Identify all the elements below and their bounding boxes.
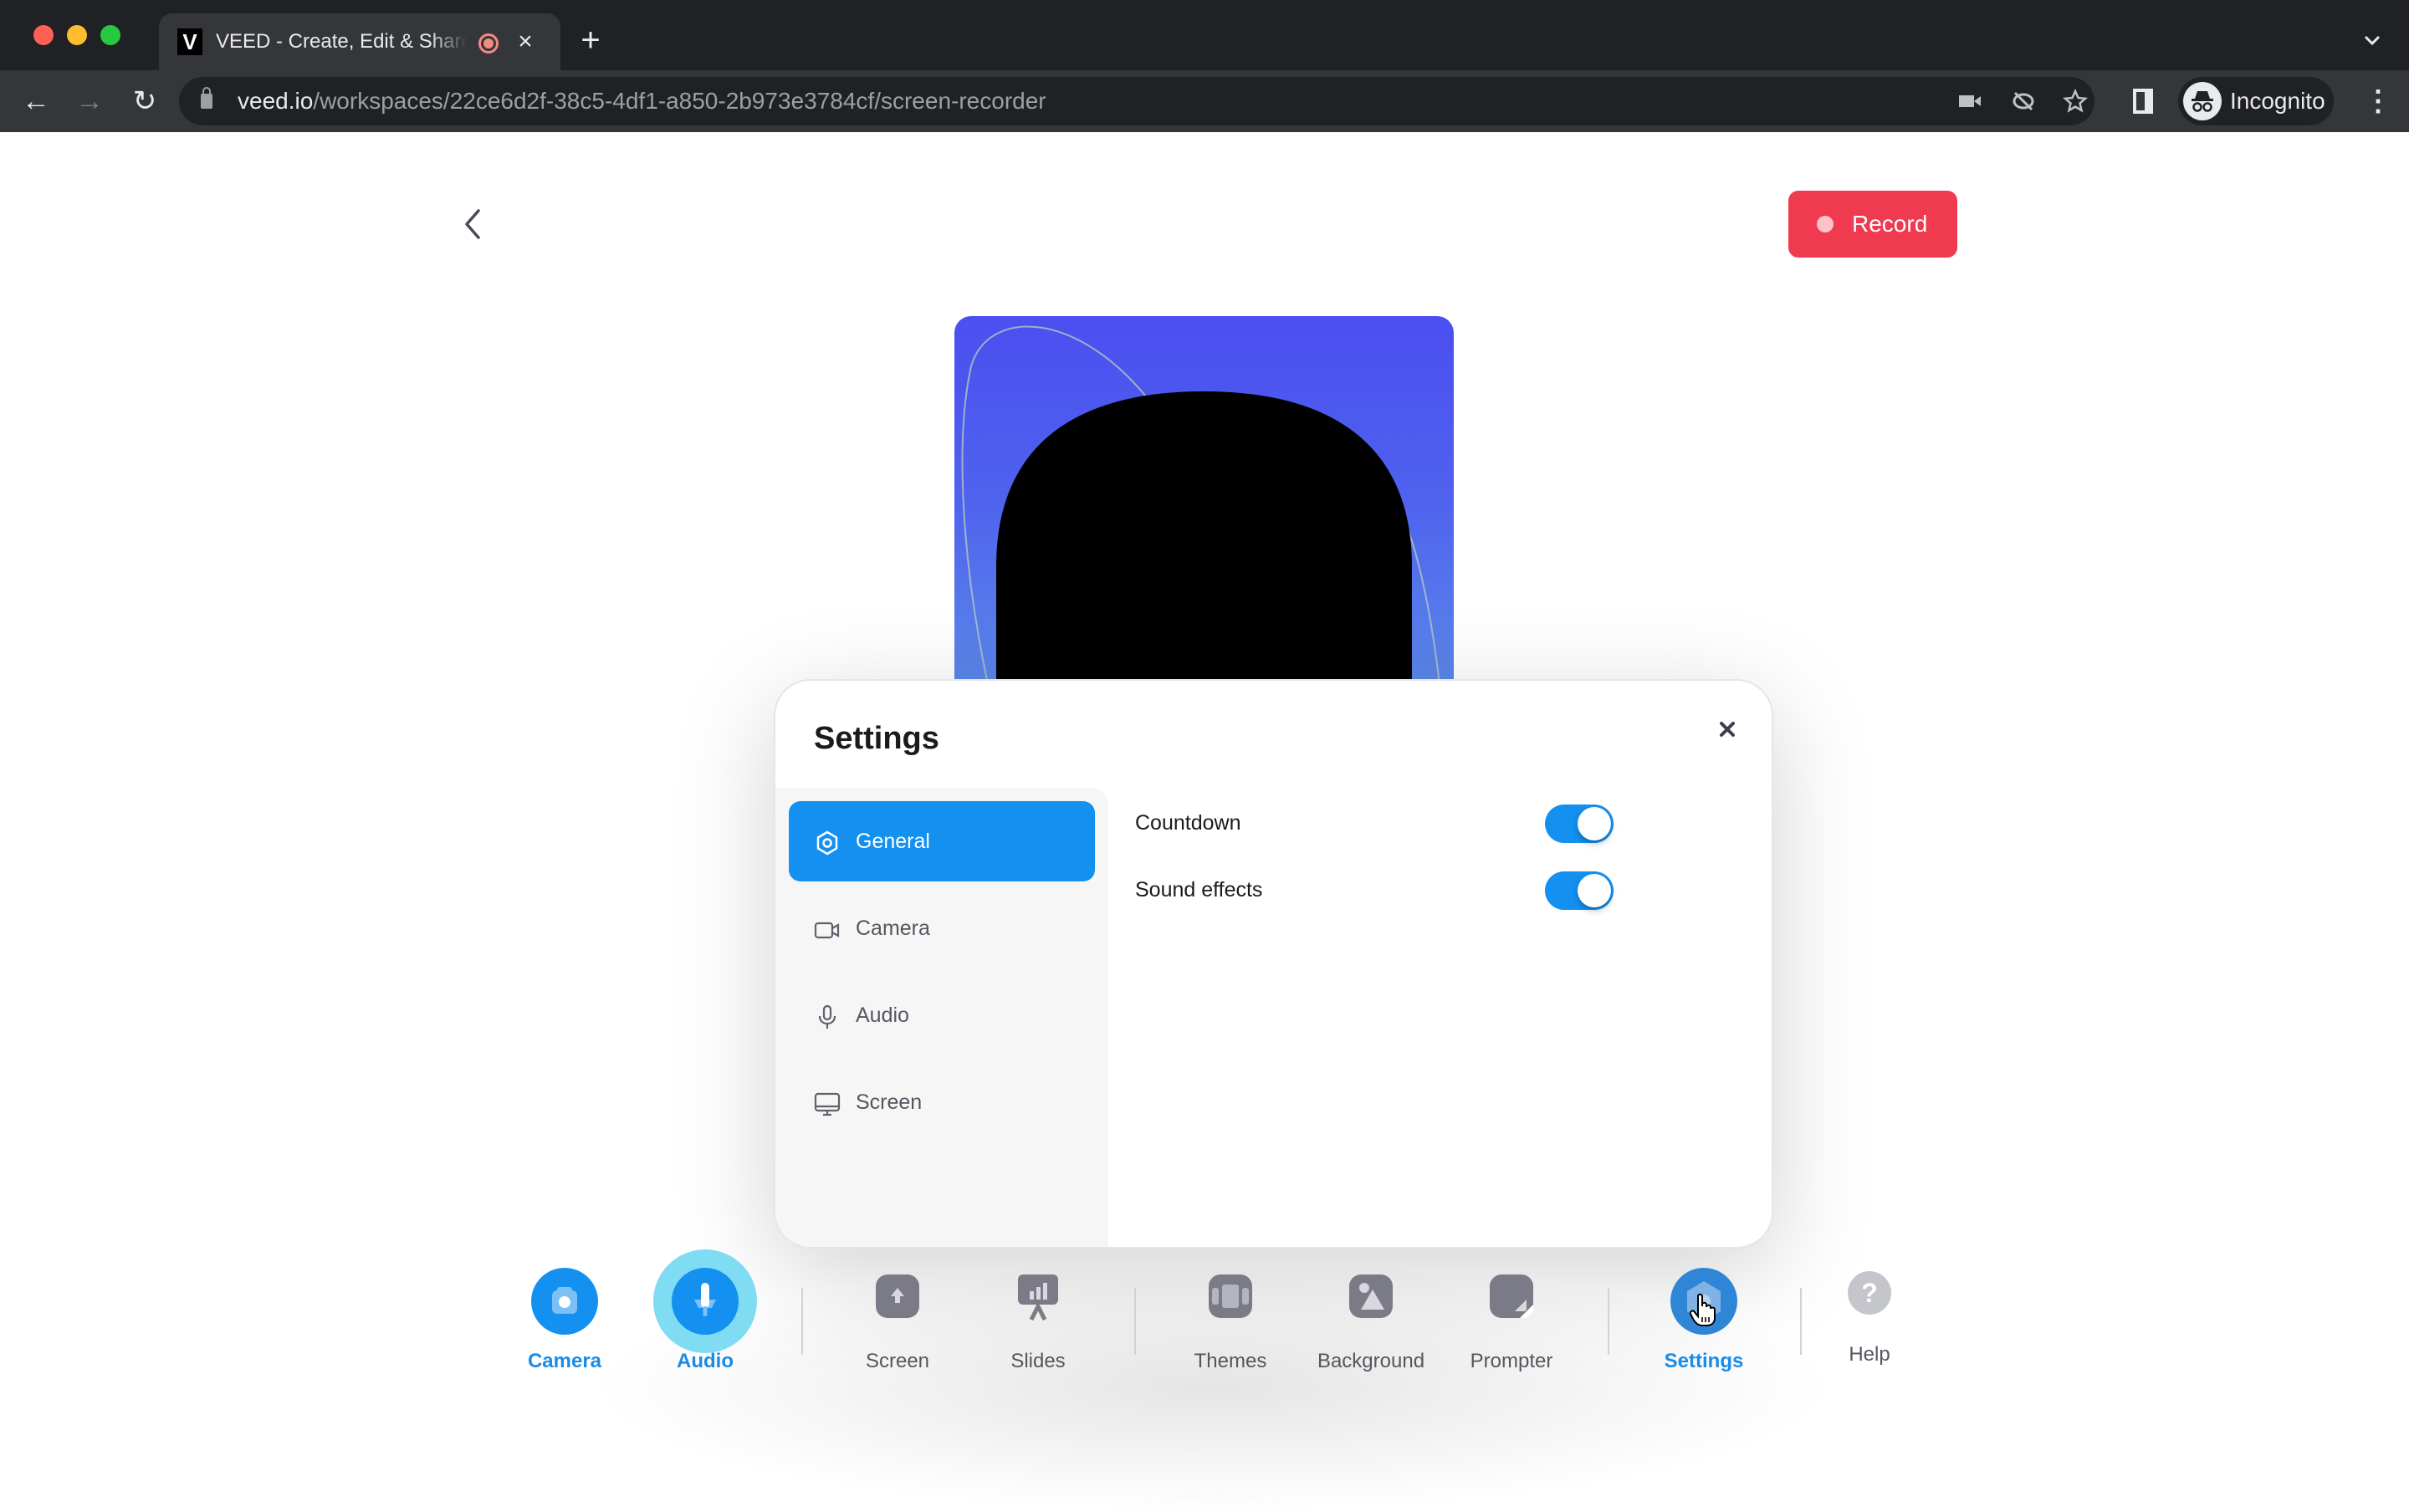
chevron-down-icon bbox=[2364, 35, 2381, 46]
monitor-icon bbox=[814, 1092, 841, 1116]
browser-tab[interactable]: V VEED - Create, Edit & Share Videos × bbox=[159, 13, 560, 70]
browser-menu-button[interactable]: ⋮ bbox=[2364, 82, 2392, 120]
dock-themes-button[interactable]: Themes bbox=[1168, 1251, 1293, 1385]
veed-favicon-icon: V bbox=[177, 28, 202, 55]
note-icon bbox=[1490, 1274, 1533, 1318]
setting-label: Sound effects bbox=[1135, 878, 1263, 902]
microphone-icon bbox=[818, 1004, 836, 1029]
dock-divider bbox=[1608, 1288, 1609, 1355]
dock-label: Themes bbox=[1194, 1350, 1267, 1372]
image-icon bbox=[1349, 1274, 1393, 1318]
record-label: Record bbox=[1852, 211, 1928, 237]
profile-button[interactable]: Incognito bbox=[2178, 77, 2334, 125]
dock-background-button[interactable]: Background bbox=[1308, 1251, 1434, 1385]
close-modal-button[interactable] bbox=[1712, 714, 1742, 744]
dock-settings-button[interactable]: Settings bbox=[1641, 1251, 1767, 1385]
sidebar-item-label: Camera bbox=[856, 917, 930, 940]
dock-divider bbox=[801, 1288, 803, 1355]
themes-icon bbox=[1209, 1274, 1252, 1318]
url-path: /workspaces/22ce6d2f-38c5-4df1-a850-2b97… bbox=[313, 88, 1046, 114]
dock-slides-button[interactable]: Slides bbox=[975, 1251, 1101, 1385]
back-button[interactable]: ← bbox=[17, 82, 55, 120]
preview-background-decoration bbox=[961, 325, 1440, 684]
browser-chrome: V VEED - Create, Edit & Share Videos × +… bbox=[0, 0, 2409, 132]
gear-icon bbox=[816, 830, 838, 856]
presentation-icon bbox=[1016, 1273, 1060, 1323]
url-text: veed.io/workspaces/22ce6d2f-38c5-4df1-a8… bbox=[238, 77, 1046, 125]
microphone-icon bbox=[672, 1268, 739, 1335]
dock-label: Slides bbox=[1010, 1350, 1066, 1372]
dock-divider bbox=[1800, 1288, 1802, 1355]
reload-button[interactable]: ↻ bbox=[125, 82, 164, 120]
tab-title: VEED - Create, Edit & Share Videos bbox=[216, 30, 467, 53]
setting-sound-effects: Sound effects bbox=[1135, 865, 1670, 915]
dock-label: Settings bbox=[1664, 1350, 1744, 1372]
modal-title: Settings bbox=[814, 721, 939, 756]
new-tab-button[interactable]: + bbox=[574, 23, 607, 57]
lock-icon bbox=[201, 87, 212, 109]
camera-icon bbox=[531, 1268, 598, 1335]
maximize-window-button[interactable] bbox=[100, 25, 120, 45]
dock-divider bbox=[1134, 1288, 1136, 1355]
url-host: veed.io bbox=[238, 88, 314, 114]
forward-button[interactable]: → bbox=[70, 82, 109, 120]
sidebar-item-label: Audio bbox=[856, 1004, 909, 1027]
record-dot-icon bbox=[1817, 216, 1834, 232]
toggle-knob bbox=[1578, 807, 1611, 840]
close-window-button[interactable] bbox=[33, 25, 54, 45]
eye-off-icon[interactable] bbox=[2011, 89, 2036, 114]
dock-prompter-button[interactable]: Prompter bbox=[1449, 1251, 1574, 1385]
record-button[interactable]: Record bbox=[1788, 191, 1957, 258]
bookmark-star-icon[interactable] bbox=[2062, 88, 2089, 114]
sidebar-item-label: General bbox=[856, 830, 930, 853]
dock-camera-button[interactable]: Camera bbox=[502, 1251, 627, 1385]
sound-effects-toggle[interactable] bbox=[1545, 871, 1614, 910]
dock-label: Background bbox=[1317, 1350, 1425, 1372]
sidebar-item-label: Screen bbox=[856, 1091, 923, 1114]
address-bar[interactable]: veed.io/workspaces/22ce6d2f-38c5-4df1-a8… bbox=[179, 77, 2094, 125]
setting-countdown: Countdown bbox=[1135, 798, 1670, 848]
tab-search-button[interactable] bbox=[2357, 25, 2387, 55]
sidebar-item-general[interactable]: General bbox=[789, 801, 1095, 881]
browser-toolbar: ← → ↻ veed.io/workspaces/22ce6d2f-38c5-4… bbox=[0, 70, 2409, 132]
dock-label: Camera bbox=[527, 1350, 602, 1372]
recording-indicator-icon bbox=[478, 33, 499, 54]
profile-label: Incognito bbox=[2230, 88, 2325, 114]
camera-preview bbox=[954, 316, 1454, 684]
video-camera-icon bbox=[814, 922, 840, 939]
hand-cursor-icon bbox=[1689, 1293, 1718, 1331]
help-icon: ? bbox=[1848, 1271, 1891, 1315]
close-icon bbox=[1720, 722, 1735, 737]
sidebar-item-audio[interactable]: Audio bbox=[789, 975, 1095, 1055]
screen-recorder-page: Record Settings General Camera Audio Scr… bbox=[0, 132, 2409, 1512]
camera-placeholder-silhouette bbox=[996, 391, 1412, 684]
sidebar-item-screen[interactable]: Screen bbox=[789, 1062, 1095, 1142]
chevron-left-icon bbox=[465, 209, 480, 239]
dock-audio-button[interactable]: Audio bbox=[642, 1249, 768, 1385]
minimize-window-button[interactable] bbox=[67, 25, 87, 45]
dock-help-button[interactable]: ? Help bbox=[1807, 1251, 1932, 1385]
dock-screen-button[interactable]: Screen bbox=[835, 1251, 960, 1385]
settings-sidebar: General Camera Audio Screen bbox=[775, 788, 1108, 1247]
camera-in-use-icon[interactable] bbox=[1957, 89, 1982, 114]
toggle-knob bbox=[1578, 874, 1611, 907]
incognito-icon bbox=[2183, 82, 2222, 120]
dock-label: Audio bbox=[677, 1350, 734, 1372]
sidebar-item-camera[interactable]: Camera bbox=[789, 888, 1095, 968]
tab-strip: V VEED - Create, Edit & Share Videos × + bbox=[0, 0, 2409, 70]
countdown-toggle[interactable] bbox=[1545, 805, 1614, 843]
dock-label: Prompter bbox=[1470, 1350, 1553, 1372]
settings-modal: Settings General Camera Audio Screen Cou… bbox=[774, 679, 1773, 1249]
setting-label: Countdown bbox=[1135, 811, 1241, 835]
screen-share-icon bbox=[876, 1274, 919, 1318]
dock-label: Help bbox=[1849, 1343, 1890, 1366]
back-button[interactable] bbox=[452, 199, 494, 249]
side-panel-icon[interactable] bbox=[2133, 89, 2153, 114]
dock-label: Screen bbox=[865, 1350, 930, 1372]
close-tab-button[interactable]: × bbox=[510, 27, 540, 57]
